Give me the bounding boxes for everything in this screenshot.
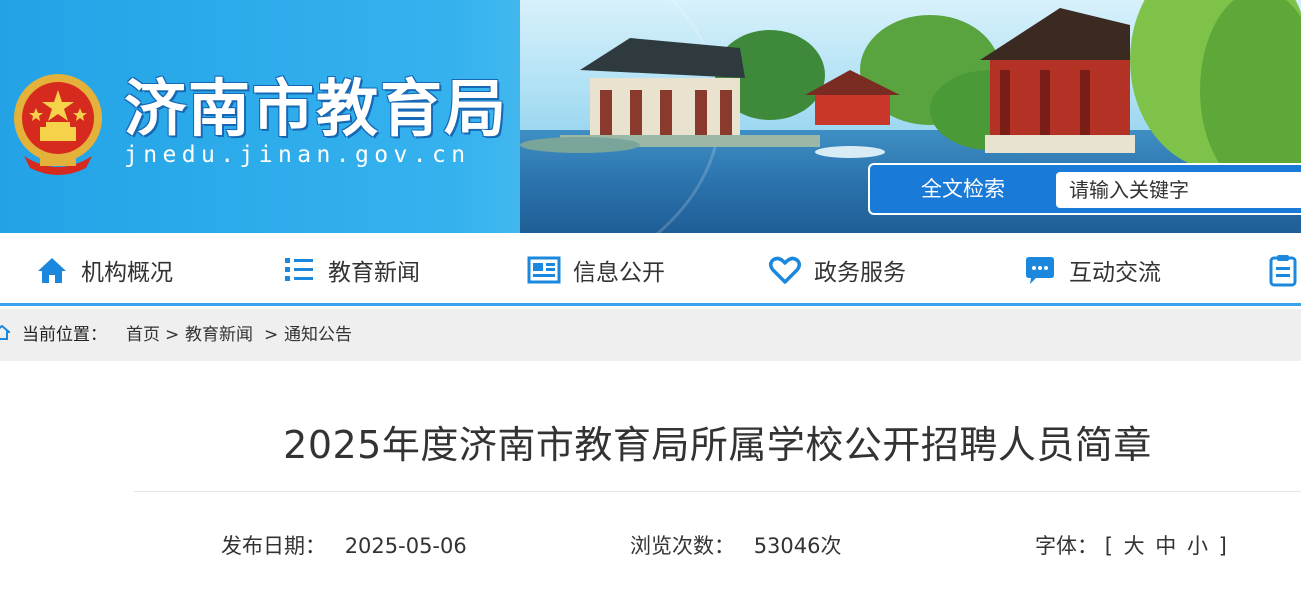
- nav-item-more[interactable]: [1266, 233, 1301, 306]
- nav-item-label: 机构概况: [81, 259, 173, 286]
- home-icon: [35, 253, 69, 287]
- publish-date: 发布日期： 2025-05-06: [221, 528, 467, 564]
- article-title: 2025年度济南市教育局所属学校公开招聘人员简章: [283, 423, 1152, 467]
- font-small-button[interactable]: 小: [1187, 534, 1208, 558]
- nav-item-label: 互动交流: [1069, 259, 1161, 286]
- font-bracket-open: [: [1104, 534, 1113, 558]
- title-divider: [134, 491, 1301, 492]
- font-medium-button[interactable]: 中: [1155, 534, 1176, 558]
- search-button[interactable]: 全文检索: [870, 165, 1056, 213]
- nav-item-education-news[interactable]: 教育新闻: [282, 233, 420, 306]
- national-emblem-logo: [14, 74, 102, 175]
- clipboard-icon: [1266, 253, 1300, 287]
- view-count: 浏览次数： 53046次: [630, 528, 842, 564]
- breadcrumb-prefix: 当前位置：: [22, 325, 107, 345]
- site-banner: 济南市教育局 jnedu.jinan.gov.cn 全文检索: [0, 0, 1301, 233]
- site-title: 济南市教育局: [124, 72, 509, 145]
- site-domain: jnedu.jinan.gov.cn: [124, 142, 471, 168]
- font-large-button[interactable]: 大: [1124, 534, 1145, 558]
- nav-item-label: 政务服务: [814, 259, 906, 286]
- view-count-value: 53046次: [753, 534, 842, 558]
- breadcrumb-notices-link[interactable]: 通知公告: [284, 309, 352, 361]
- nav-item-organization[interactable]: 机构概况: [35, 233, 173, 306]
- search-box: 全文检索: [868, 163, 1301, 215]
- newspaper-icon: [527, 253, 561, 287]
- view-count-label: 浏览次数：: [630, 534, 735, 558]
- breadcrumb-separator: >: [165, 325, 180, 345]
- nav-item-info-disclosure[interactable]: 信息公开: [527, 233, 665, 306]
- search-input[interactable]: [1056, 172, 1301, 208]
- breadcrumb-separator: >: [264, 325, 279, 345]
- font-size-label: 字体：: [1035, 534, 1098, 558]
- nav-item-label: 信息公开: [573, 259, 665, 286]
- publish-date-value: 2025-05-06: [344, 534, 467, 558]
- nav-item-interaction[interactable]: 互动交流: [1023, 233, 1161, 306]
- breadcrumb-home-link[interactable]: 首页: [126, 309, 160, 361]
- list-icon: [282, 253, 316, 287]
- location-icon: [0, 325, 10, 340]
- nav-item-label: 教育新闻: [328, 259, 420, 286]
- nav-item-government-services[interactable]: 政务服务: [768, 233, 906, 306]
- publish-date-label: 发布日期：: [221, 534, 326, 558]
- main-nav: 机构概况 教育新闻 信息公开 政务服务 互动交流: [0, 233, 1301, 306]
- font-bracket-close: ]: [1218, 534, 1227, 558]
- chat-icon: [1023, 253, 1057, 287]
- breadcrumb: 当前位置： 首页 > 教育新闻 > 通知公告: [0, 309, 1301, 361]
- font-size-switcher: 字体： [ 大 中 小 ]: [1035, 528, 1227, 564]
- breadcrumb-education-news-link[interactable]: 教育新闻: [185, 309, 253, 361]
- heart-icon: [768, 253, 802, 287]
